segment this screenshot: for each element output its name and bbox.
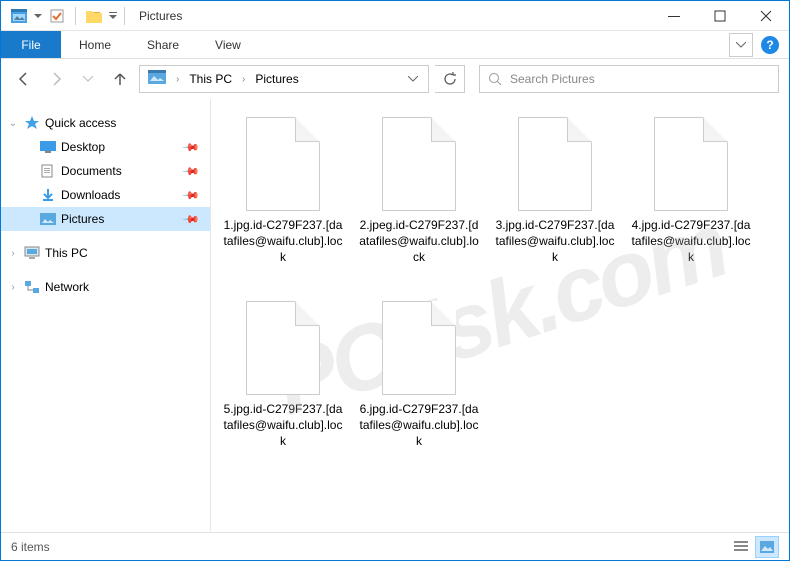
sidebar-item-pictures[interactable]: Pictures 📌 [1,207,210,231]
pictures-icon [39,211,57,227]
network-icon [23,279,41,295]
file-item[interactable]: 1.jpg.id-C279F237.[datafiles@waifu.club]… [219,113,347,291]
item-count: 6 items [11,540,50,554]
quick-access-toolbar: Pictures [1,5,182,27]
back-button[interactable] [11,66,37,92]
chevron-right-icon[interactable]: › [170,74,185,85]
sidebar-quick-access[interactable]: ⌄ Quick access [1,111,210,135]
search-placeholder: Search Pictures [510,72,595,86]
file-item[interactable]: 4.jpg.id-C279F237.[datafiles@waifu.club]… [627,113,755,291]
help-icon[interactable]: ? [761,36,779,54]
tab-home[interactable]: Home [61,31,129,58]
file-name: 3.jpg.id-C279F237.[datafiles@waifu.club]… [491,217,619,266]
refresh-button[interactable] [435,65,465,93]
pictures-folder-icon [148,70,166,88]
file-thumbnail [382,301,456,395]
search-input[interactable]: Search Pictures [479,65,779,93]
system-menu-dropdown[interactable] [33,14,43,18]
file-thumbnail [246,117,320,211]
titlebar: Pictures [1,1,789,31]
chevron-down-icon[interactable]: ⌄ [7,118,19,129]
breadcrumb-pictures[interactable]: Pictures [251,72,302,86]
documents-icon [39,163,57,179]
file-name: 5.jpg.id-C279F237.[datafiles@waifu.club]… [219,401,347,450]
file-name: 2.jpeg.id-C279F237.[datafiles@waifu.club… [355,217,483,266]
navigation-pane: ⌄ Quick access Desktop 📌 Documents 📌 Dow… [1,99,211,531]
sidebar-item-desktop[interactable]: Desktop 📌 [1,135,210,159]
folder-icon[interactable] [82,5,106,27]
chevron-right-icon[interactable]: › [236,74,251,85]
pin-icon: 📌 [182,138,201,157]
file-thumbnail [382,117,456,211]
chevron-right-icon[interactable]: › [7,248,19,259]
breadcrumb-dropdown[interactable] [402,76,424,82]
file-name: 6.jpg.id-C279F237.[datafiles@waifu.club]… [355,401,483,450]
app-icon[interactable] [7,5,31,27]
file-name: 1.jpg.id-C279F237.[datafiles@waifu.club]… [219,217,347,266]
sidebar-this-pc[interactable]: › This PC [1,241,210,265]
pin-icon: 📌 [182,210,201,229]
desktop-icon [39,139,57,155]
forward-button[interactable] [43,66,69,92]
sidebar-item-documents[interactable]: Documents 📌 [1,159,210,183]
pin-icon: 📌 [182,186,201,205]
minimize-button[interactable] [651,1,697,31]
navigation-bar: › This PC › Pictures Search Pictures [1,59,789,99]
status-bar: 6 items [1,532,789,560]
up-button[interactable] [107,66,133,92]
main-area: ⌄ Quick access Desktop 📌 Documents 📌 Dow… [1,99,789,531]
maximize-button[interactable] [697,1,743,31]
pin-icon: 📌 [182,162,201,181]
file-item[interactable]: 6.jpg.id-C279F237.[datafiles@waifu.club]… [355,297,483,475]
file-item[interactable]: 3.jpg.id-C279F237.[datafiles@waifu.club]… [491,113,619,291]
window-title: Pictures [139,9,182,23]
chevron-right-icon[interactable]: › [7,282,19,293]
expand-ribbon-button[interactable] [729,33,753,57]
file-grid[interactable]: PCrisk.com 1.jpg.id-C279F237.[datafiles@… [211,99,789,531]
breadcrumb[interactable]: › This PC › Pictures [139,65,429,93]
file-item[interactable]: 5.jpg.id-C279F237.[datafiles@waifu.club]… [219,297,347,475]
file-name: 4.jpg.id-C279F237.[datafiles@waifu.club]… [627,217,755,266]
downloads-icon [39,187,57,203]
tab-view[interactable]: View [197,31,259,58]
qat-dropdown[interactable] [108,12,118,20]
view-toggles [729,536,779,558]
tab-share[interactable]: Share [129,31,197,58]
star-icon [23,115,41,131]
file-thumbnail [246,301,320,395]
properties-button[interactable] [45,5,69,27]
sidebar-item-downloads[interactable]: Downloads 📌 [1,183,210,207]
sidebar-network[interactable]: › Network [1,275,210,299]
computer-icon [23,245,41,261]
file-thumbnail [518,117,592,211]
file-thumbnail [654,117,728,211]
thumbnails-view-button[interactable] [755,536,779,558]
ribbon: File Home Share View ? [1,31,789,59]
search-icon [488,72,502,86]
details-view-button[interactable] [729,536,753,558]
window-controls [651,1,789,31]
close-button[interactable] [743,1,789,31]
recent-dropdown[interactable] [75,66,101,92]
file-tab[interactable]: File [1,31,61,58]
breadcrumb-thispc[interactable]: This PC [185,72,236,86]
file-item[interactable]: 2.jpeg.id-C279F237.[datafiles@waifu.club… [355,113,483,291]
